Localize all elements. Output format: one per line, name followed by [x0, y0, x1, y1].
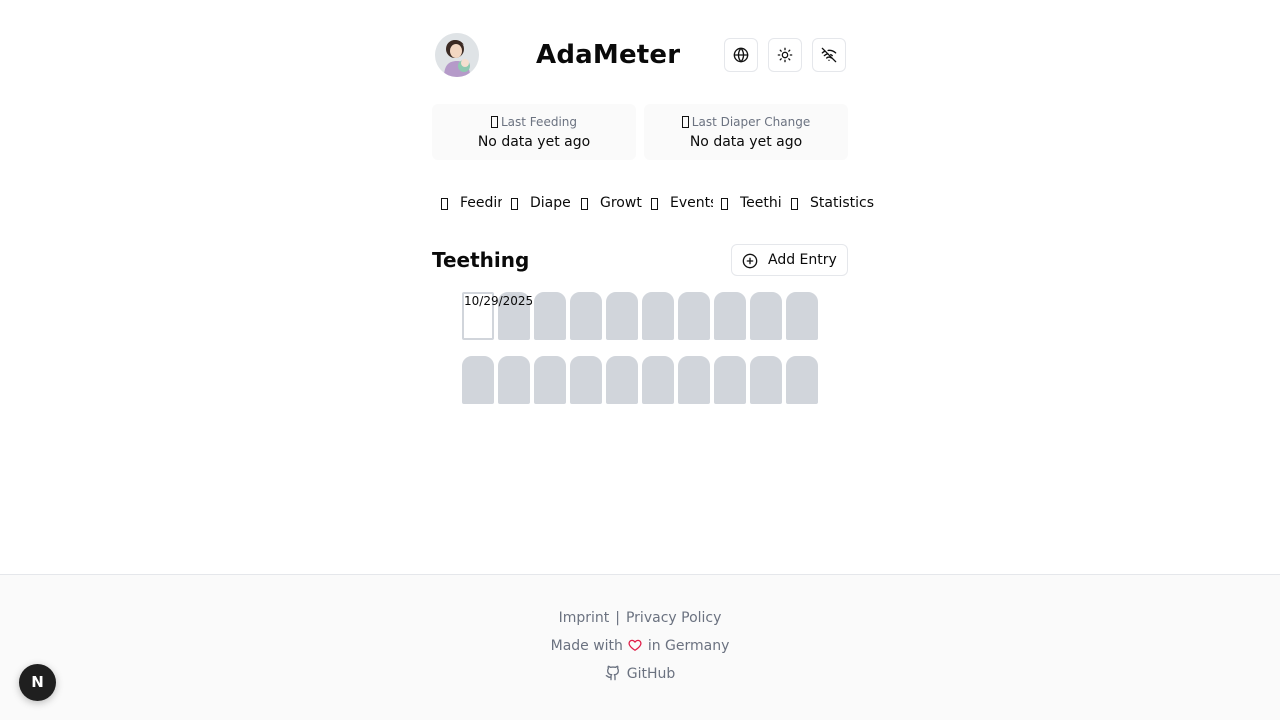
imprint-link[interactable]: Imprint [559, 610, 610, 626]
lower-tooth-3[interactable] [534, 356, 566, 404]
app-title: AdaMeter [536, 40, 681, 70]
last-feeding-label: Last Feeding [432, 114, 636, 130]
upper-tooth-3[interactable] [534, 292, 566, 340]
footer: Imprint | Privacy Policy Made with in Germ… [0, 574, 1280, 720]
lower-tooth-1[interactable] [462, 356, 494, 404]
add-entry-button[interactable]: Add Entry [731, 244, 848, 276]
globe-icon [733, 47, 749, 63]
page: AdaMeter Last Feeding No data yet ago La… [0, 0, 1280, 720]
page-title: Teething [432, 248, 530, 272]
tab-statistics[interactable]: Statistics [782, 192, 882, 216]
upper-tooth-10[interactable] [786, 292, 818, 340]
tab-teething-label: Teethi [740, 195, 782, 211]
last-diaper-label: Last Diaper Change [644, 114, 848, 130]
tab-diaper[interactable]: Diape [502, 192, 572, 216]
tab-growth-label: Growt [600, 195, 642, 211]
teething-icon [721, 198, 728, 210]
events-icon [651, 198, 658, 210]
lower-tooth-5[interactable] [606, 356, 638, 404]
wifi-off-icon [821, 47, 837, 63]
offline-mode-button[interactable] [812, 38, 846, 72]
github-icon [605, 665, 619, 681]
last-diaper-value: No data yet ago [689, 134, 803, 150]
tab-growth[interactable]: Growt [572, 192, 642, 216]
add-entry-label: Add Entry [768, 252, 837, 268]
bottle-icon [491, 116, 498, 128]
github-link[interactable]: GitHub [0, 664, 1280, 684]
lower-tooth-8[interactable] [714, 356, 746, 404]
diaper-icon [511, 198, 518, 210]
privacy-policy-link[interactable]: Privacy Policy [626, 610, 721, 626]
statistics-icon [791, 198, 798, 210]
mother-with-baby-avatar [435, 33, 479, 77]
nextjs-dev-indicator[interactable]: N [19, 664, 56, 701]
tab-feeding[interactable]: Feedir [432, 192, 502, 216]
last-feeding-value: No data yet ago [477, 134, 591, 150]
sun-icon [777, 47, 793, 63]
upper-tooth-2[interactable] [498, 292, 530, 340]
lower-tooth-9[interactable] [750, 356, 782, 404]
upper-tooth-5[interactable] [606, 292, 638, 340]
footer-links: Imprint | Privacy Policy [0, 608, 1280, 628]
tab-feeding-label: Feedir [460, 195, 502, 211]
made-with-text: Made with in Germany [0, 636, 1280, 656]
upper-tooth-8[interactable] [714, 292, 746, 340]
footer-separator: | [615, 610, 620, 626]
diaper-icon [681, 116, 689, 128]
last-diaper-card: Last Diaper Change No data yet ago [644, 104, 848, 160]
theme-toggle-button[interactable] [768, 38, 802, 72]
made-with-prefix: Made with [550, 638, 623, 654]
tab-events[interactable]: Events [642, 192, 713, 216]
tab-events-label: Events [670, 195, 713, 211]
made-with-suffix: in Germany [647, 638, 730, 654]
lower-tooth-2[interactable] [498, 356, 530, 404]
lower-tooth-10[interactable] [786, 356, 818, 404]
lower-tooth-7[interactable] [678, 356, 710, 404]
app-header: AdaMeter [432, 32, 848, 80]
upper-tooth-9[interactable] [750, 292, 782, 340]
tab-teething[interactable]: Teethi [712, 192, 782, 216]
upper-tooth-4[interactable] [570, 292, 602, 340]
language-button[interactable] [724, 38, 758, 72]
upper-tooth-7[interactable] [678, 292, 710, 340]
upper-tooth-6[interactable] [642, 292, 674, 340]
growth-icon [581, 198, 588, 210]
heart-icon [628, 639, 642, 651]
plus-circle-icon [742, 253, 758, 269]
tab-statistics-label: Statistics [810, 195, 874, 211]
lower-tooth-6[interactable] [642, 356, 674, 404]
tab-diaper-label: Diape [530, 195, 571, 211]
last-feeding-card: Last Feeding No data yet ago [432, 104, 636, 160]
upper-tooth-1[interactable] [462, 292, 494, 340]
lower-tooth-4[interactable] [570, 356, 602, 404]
github-label: GitHub [626, 666, 676, 682]
feeding-icon [441, 198, 448, 210]
